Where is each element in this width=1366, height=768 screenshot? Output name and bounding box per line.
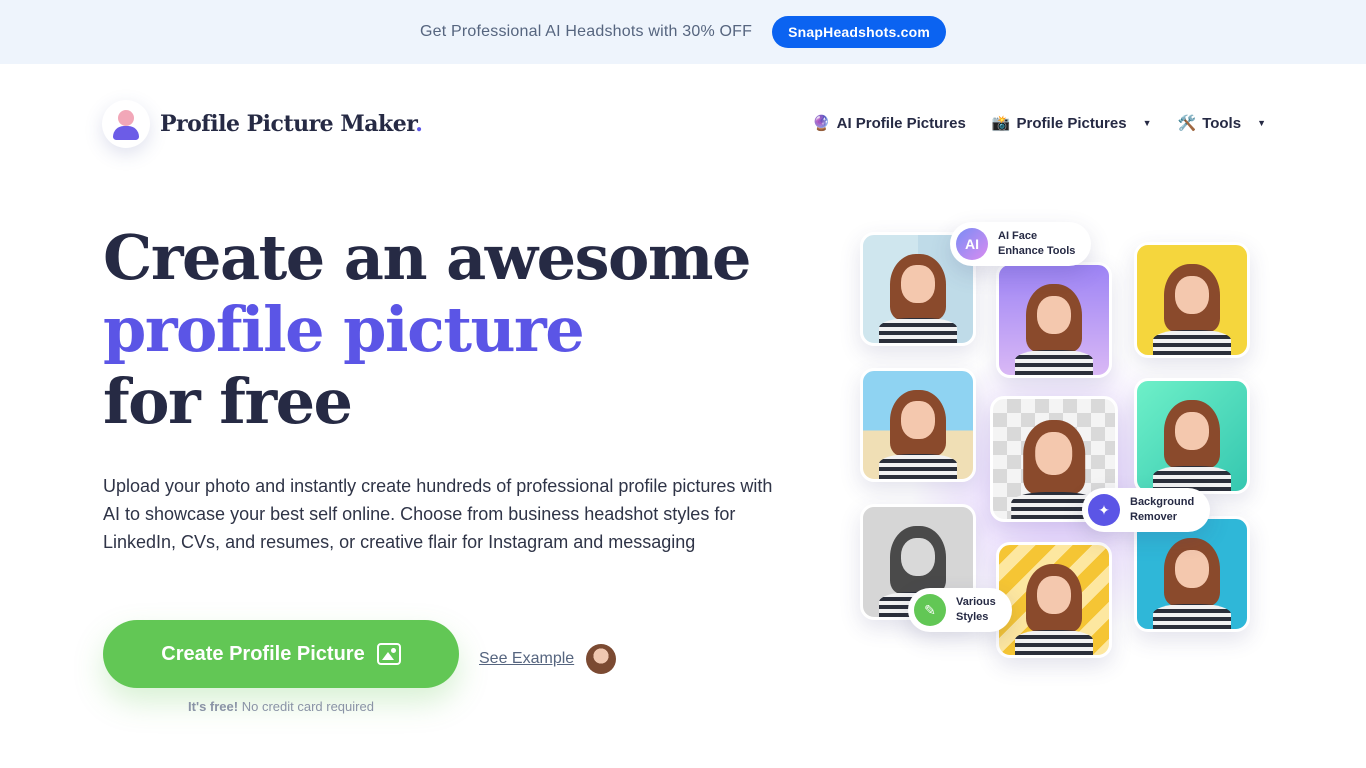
promo-button[interactable]: SnapHeadshots.com	[772, 16, 946, 48]
see-example-label: See Example	[479, 650, 575, 667]
badge-various-styles: ✎ Various Styles	[908, 588, 1012, 632]
logo-avatar-icon	[102, 100, 150, 148]
promo-text: Get Professional AI Headshots with 30% O…	[420, 23, 753, 40]
caret-down-icon: ▼	[1142, 118, 1152, 128]
nav-label: Tools	[1202, 114, 1242, 132]
badge-ai-face-enhance: AI AI Face Enhance Tools	[950, 222, 1092, 266]
collage-photo-cyan	[1134, 516, 1250, 632]
nav-profile-pictures[interactable]: 📸 Profile Pictures ▼	[991, 114, 1152, 133]
collage-photo-pattern	[996, 542, 1112, 658]
example-avatar	[586, 644, 617, 674]
hero-collage: AI AI Face Enhance Tools ✦ Background Remo…	[850, 220, 1270, 670]
hero-title-accent: profile picture	[103, 293, 585, 366]
image-icon	[376, 643, 401, 665]
badge-background-remover: ✦ Background Remover	[1082, 488, 1211, 532]
camera-icon: 📸	[991, 115, 1011, 132]
magic-wand-icon: ✦	[1088, 494, 1120, 526]
cta-label: Create Profile Picture	[161, 642, 365, 665]
free-note: It's free! No credit card required	[188, 699, 374, 714]
ai-icon: AI	[956, 228, 988, 260]
brush-icon: ✎	[914, 594, 946, 626]
collage-photo-purple	[996, 262, 1112, 378]
site-logo[interactable]: Profile Picture Maker.	[102, 100, 423, 148]
nav-label: AI Profile Pictures	[836, 114, 966, 132]
collage-photo-teal	[1134, 378, 1250, 494]
nav-tools[interactable]: 🛠️ Tools ▼	[1177, 114, 1267, 133]
nav-label: Profile Pictures	[1016, 114, 1127, 132]
hero-title-line1: Create an awesome	[103, 221, 751, 294]
logo-text: Profile Picture Maker.	[160, 111, 423, 137]
hero-title-line3: for free	[103, 365, 353, 438]
hero-title: Create an awesome profile picture for fr…	[103, 221, 751, 438]
create-profile-picture-button[interactable]: Create Profile Picture	[103, 620, 459, 688]
see-example-link[interactable]: See Example	[479, 644, 617, 674]
caret-down-icon: ▼	[1257, 118, 1266, 128]
crystal-ball-icon: 🔮	[811, 115, 831, 132]
nav-ai-profile-pictures[interactable]: 🔮 AI Profile Pictures	[811, 114, 966, 133]
collage-photo-beach	[860, 368, 976, 482]
hero-description: Upload your photo and instantly create h…	[103, 476, 773, 552]
promo-bar: Get Professional AI Headshots with 30% O…	[0, 0, 1366, 64]
collage-photo-yellow	[1134, 242, 1250, 358]
tools-icon: 🛠️	[1177, 115, 1197, 132]
main-nav: 🔮 AI Profile Pictures 📸 Profile Pictures…	[811, 114, 1267, 133]
